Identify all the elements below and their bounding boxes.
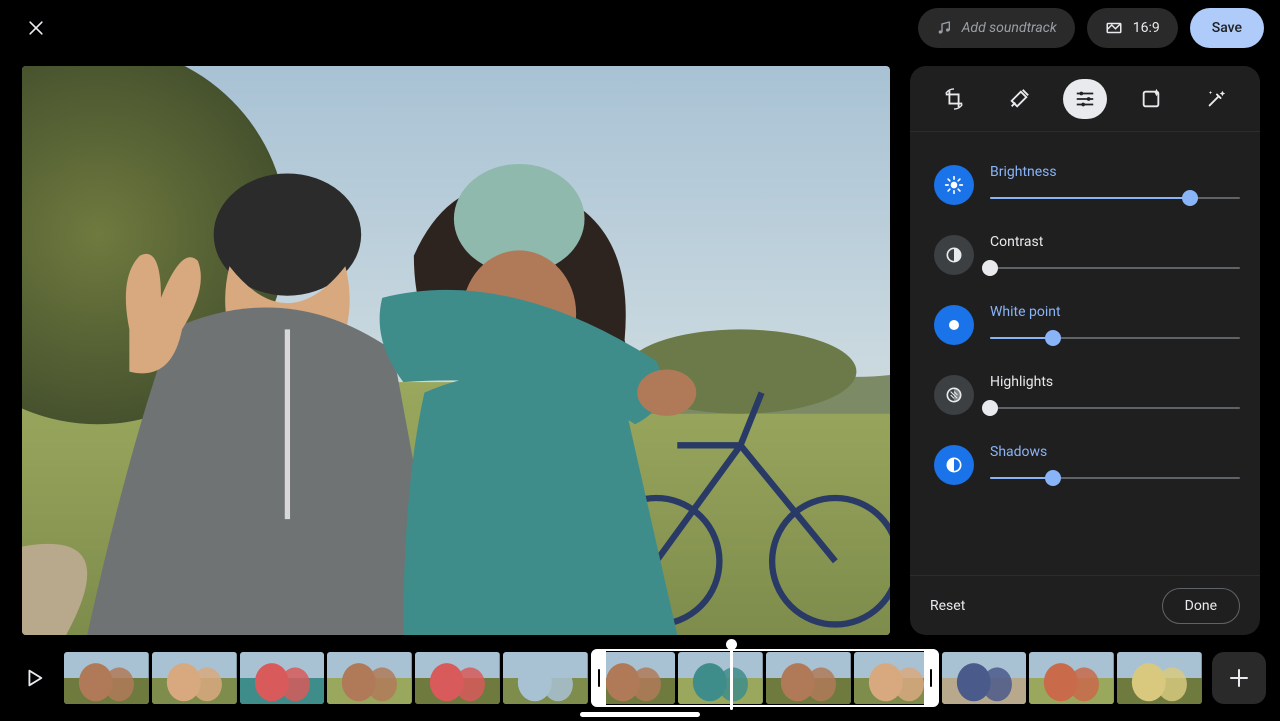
brightness-label: Brightness: [990, 164, 1240, 180]
tab-crop[interactable]: [932, 79, 976, 119]
adjust-row-shadows: Shadows: [928, 430, 1246, 500]
shadows-slider[interactable]: [990, 470, 1240, 486]
done-button[interactable]: Done: [1162, 588, 1240, 624]
top-bar: Add soundtrack 16:9 Save: [0, 0, 1280, 56]
timeline-clip[interactable]: [64, 652, 149, 704]
add-soundtrack-button[interactable]: Add soundtrack: [918, 8, 1075, 48]
white_point-label: White point: [990, 304, 1240, 320]
timeline-clip[interactable]: [591, 652, 676, 704]
highlights-icon[interactable]: [934, 375, 974, 415]
save-button[interactable]: Save: [1190, 8, 1264, 48]
timeline-clip[interactable]: [503, 652, 588, 704]
adjust-row-white_point: White point: [928, 290, 1246, 360]
filters-icon: [1140, 88, 1162, 110]
adjust-row-highlights: Highlights: [928, 360, 1246, 430]
contrast-icon[interactable]: [934, 235, 974, 275]
brightness-icon[interactable]: [934, 165, 974, 205]
timeline-clip[interactable]: [240, 652, 325, 704]
crop-rotate-icon: [943, 88, 965, 110]
timeline-clip[interactable]: [415, 652, 500, 704]
soundtrack-label: Add soundtrack: [962, 20, 1057, 36]
timeline: [0, 635, 1280, 721]
music-note-icon: [936, 20, 952, 36]
sliders-icon: [1074, 88, 1096, 110]
contrast-slider[interactable]: [990, 260, 1240, 276]
highlights-slider[interactable]: [990, 400, 1240, 416]
add-clip-button[interactable]: [1212, 652, 1266, 704]
timeline-clip[interactable]: [1117, 652, 1202, 704]
video-preview[interactable]: [22, 66, 890, 635]
panel-tabs: [910, 66, 1260, 132]
timeline-clip[interactable]: [1029, 652, 1114, 704]
plus-icon: [1227, 666, 1251, 690]
main-area: Brightness Contrast White point Highlights S…: [0, 56, 1280, 635]
close-icon: [26, 18, 46, 38]
timeline-clips[interactable]: [64, 652, 1202, 704]
aspect-label: 16:9: [1133, 20, 1160, 36]
timeline-clip[interactable]: [327, 652, 412, 704]
aspect-ratio-button[interactable]: 16:9: [1087, 8, 1178, 48]
shadows-label: Shadows: [990, 444, 1240, 460]
timeline-clip[interactable]: [766, 652, 851, 704]
app-root: Add soundtrack 16:9 Save: [0, 0, 1280, 721]
aspect-ratio-icon: [1105, 19, 1123, 37]
white_point-slider[interactable]: [990, 330, 1240, 346]
reset-button[interactable]: Reset: [930, 598, 965, 614]
contrast-label: Contrast: [990, 234, 1240, 250]
brightness-slider[interactable]: [990, 190, 1240, 206]
magic-wand-icon: [1205, 88, 1227, 110]
playhead[interactable]: [730, 646, 733, 710]
timeline-clip[interactable]: [678, 652, 763, 704]
tools-icon: [1008, 88, 1030, 110]
tab-magic[interactable]: [1194, 79, 1238, 119]
panel-body[interactable]: Brightness Contrast White point Highlights S…: [910, 132, 1260, 575]
shadows-icon[interactable]: [934, 445, 974, 485]
timeline-clip[interactable]: [942, 652, 1027, 704]
play-button[interactable]: [14, 658, 54, 698]
adjust-row-brightness: Brightness: [928, 150, 1246, 220]
panel-footer: Reset Done: [910, 575, 1260, 635]
preview-image: [22, 66, 890, 635]
tab-tools[interactable]: [997, 79, 1041, 119]
play-icon: [23, 667, 45, 689]
adjust-row-contrast: Contrast: [928, 220, 1246, 290]
close-button[interactable]: [16, 8, 56, 48]
white_point-icon[interactable]: [934, 305, 974, 345]
timeline-clip[interactable]: [152, 652, 237, 704]
adjustments-panel: Brightness Contrast White point Highlights S…: [910, 66, 1260, 635]
tab-adjust[interactable]: [1063, 79, 1107, 119]
highlights-label: Highlights: [990, 374, 1240, 390]
tab-filters[interactable]: [1129, 79, 1173, 119]
timeline-clip[interactable]: [854, 652, 939, 704]
home-indicator: [580, 712, 700, 717]
